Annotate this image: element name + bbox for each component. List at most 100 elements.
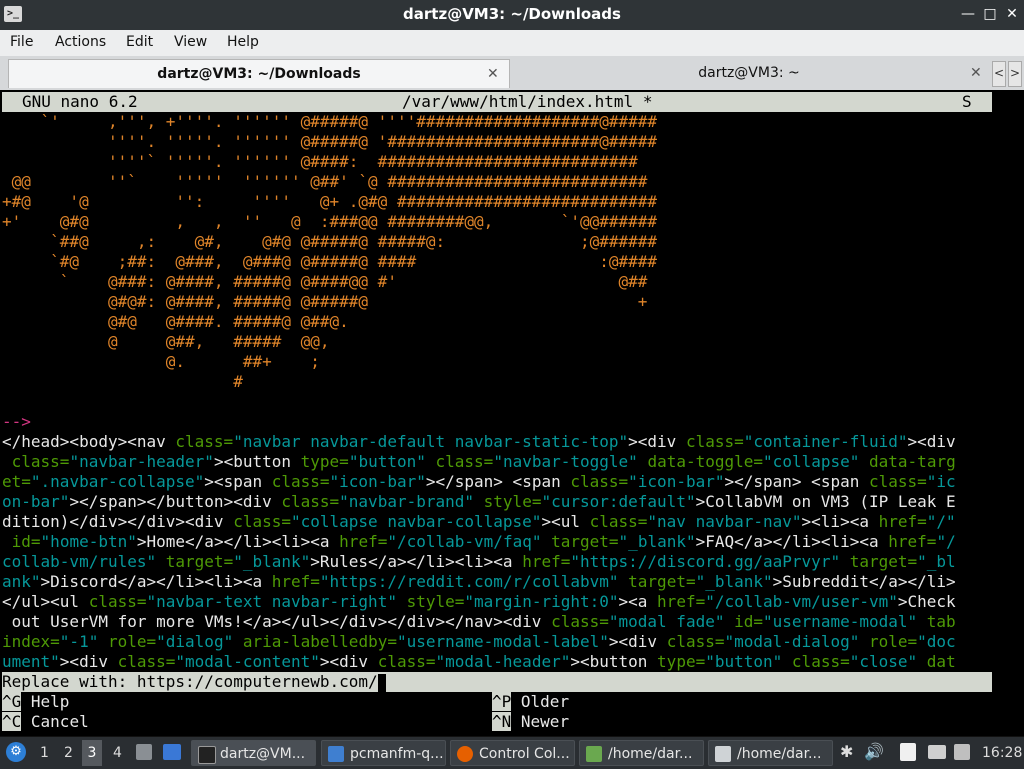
code-token: >Home</a></li><li><a xyxy=(136,532,340,551)
code-token: style= xyxy=(406,592,465,611)
code-token: ><div xyxy=(608,632,667,651)
ascii-line: ''''. '''''. '''''' @#####@ '###########… xyxy=(2,132,658,151)
notes-icon[interactable] xyxy=(136,744,152,760)
code-token: ><div xyxy=(628,432,686,451)
tab-close-icon[interactable]: ✕ xyxy=(970,59,982,87)
ascii-line: `##@ ,: @#, @#@ @#####@ #####@: ;@###### xyxy=(2,232,658,251)
terminal-icon xyxy=(198,746,216,764)
text-cursor xyxy=(377,673,386,692)
replace-prompt[interactable]: Replace with: https://computernewb.com/ xyxy=(2,672,992,692)
shortcut-cancel[interactable]: ^C Cancel xyxy=(2,712,89,732)
workspace-3[interactable]: 3 xyxy=(82,740,102,766)
code-token: role= xyxy=(868,632,918,651)
bluetooth-icon[interactable]: ✱ xyxy=(840,742,853,761)
code-line: </ul><ul class="navbar-text navbar-right… xyxy=(2,592,956,612)
workspace-1[interactable]: 1 xyxy=(40,745,49,761)
code-token: "navbar-header" xyxy=(69,452,214,471)
code-token: ><div xyxy=(319,652,378,671)
replace-prompt-text: Replace with: https://computernewb.com/ xyxy=(2,672,378,691)
code-token: ></span></button><div xyxy=(69,492,282,511)
code-token: "button" xyxy=(348,452,426,471)
ascii-line: +' @#@ , , '' @ :###@@ ########@@, `'@@#… xyxy=(2,212,658,231)
ascii-line: ` @###: @####, #####@ @####@@ #' @## xyxy=(2,272,648,291)
shortcut-label: Cancel xyxy=(30,712,89,731)
shortcut-label: Older xyxy=(520,692,570,711)
menu-help[interactable]: Help xyxy=(227,34,259,50)
tab-scroll-right-button[interactable]: > xyxy=(1008,61,1022,87)
shortcut-newer[interactable]: ^N Newer xyxy=(492,712,569,732)
tab-label: dartz@VM3: ~ xyxy=(698,65,800,81)
code-line: id="home-btn">Home</a></li><li><a href="… xyxy=(2,532,956,552)
clipboard-icon[interactable] xyxy=(900,743,916,761)
code-token: "navbar-text navbar-right" xyxy=(146,592,397,611)
tab-home[interactable]: dartz@VM3: ~ ✕ xyxy=(510,59,988,87)
code-token: out UserVM for more VMs!</a></ul></div><… xyxy=(2,612,552,631)
code-token: </ul><ul xyxy=(2,592,89,611)
code-token: "username-modal" xyxy=(763,612,918,631)
close-button[interactable]: ✕ xyxy=(1004,5,1020,23)
title-bar: >_ dartz@VM3: ~/Downloads — □ ✕ xyxy=(0,0,1024,30)
start-menu-icon[interactable]: ⚙ xyxy=(6,742,26,762)
ascii-line: @@ ''` ''''' '''''' @##' `@ ############… xyxy=(2,172,648,191)
code-token: href= xyxy=(339,532,388,551)
code-token: index= xyxy=(2,632,60,651)
code-token: "-1" xyxy=(59,632,99,651)
code-token: data-toggle= xyxy=(647,452,764,471)
code-token: >CollabVM on VM3 (IP Leak E xyxy=(695,492,956,511)
code-token: tab xyxy=(926,612,956,631)
maximize-button[interactable]: □ xyxy=(982,5,998,23)
code-token: ><div xyxy=(907,432,956,451)
tab-scroll-left-button[interactable]: < xyxy=(992,61,1006,87)
menu-actions[interactable]: Actions xyxy=(55,34,106,50)
code-token: "ic xyxy=(926,472,956,491)
menu-edit[interactable]: Edit xyxy=(126,34,153,50)
shortcut-help[interactable]: ^G Help xyxy=(2,692,69,712)
tab-close-icon[interactable]: ✕ xyxy=(487,60,499,88)
code-token: class= xyxy=(117,652,176,671)
tab-downloads[interactable]: dartz@VM3: ~/Downloads ✕ xyxy=(8,59,510,88)
task-firefox[interactable]: Control Col... xyxy=(450,740,575,766)
code-token: class= xyxy=(377,652,436,671)
code-token: style= xyxy=(483,492,542,511)
code-token: ><div xyxy=(59,652,118,671)
code-token: id= xyxy=(11,532,41,551)
code-token: "home-btn" xyxy=(40,532,137,551)
task-pcmanfm[interactable]: pcmanfm-q... xyxy=(321,740,446,766)
code-token: ></span> <span xyxy=(425,472,571,491)
workspace-2[interactable]: 2 xyxy=(64,745,73,761)
code-token: aria-labelledby= xyxy=(242,632,397,651)
code-token: "modal-header" xyxy=(435,652,571,671)
task-terminal[interactable]: dartz@VM... xyxy=(191,740,316,766)
task-label: pcmanfm-q... xyxy=(350,746,444,762)
code-token: target= xyxy=(165,552,234,571)
code-token: href= xyxy=(271,572,320,591)
code-token: "navbar-toggle" xyxy=(493,452,638,471)
task-editor[interactable]: /home/dar... xyxy=(708,740,833,766)
nano-version: GNU nano 6.2 xyxy=(22,92,138,111)
terminal-area[interactable]: GNU nano 6.2 /var/www/html/index.html * … xyxy=(0,90,1024,734)
minimize-button[interactable]: — xyxy=(960,5,976,23)
code-token: ><ul xyxy=(541,512,590,531)
workspace-4[interactable]: 4 xyxy=(113,745,122,761)
code-token: "https://reddit.com/r/collabvm" xyxy=(319,572,619,591)
code-token: class= xyxy=(685,432,744,451)
code-line: ank">Discord</a></li><li><a href="https:… xyxy=(2,572,956,592)
code-token: "_blank" xyxy=(233,552,311,571)
update-icon[interactable] xyxy=(954,744,970,760)
network-icon[interactable] xyxy=(928,745,946,759)
menu-file[interactable]: File xyxy=(10,34,33,50)
code-line: index="-1" role="dialog" aria-labelledby… xyxy=(2,632,956,652)
menu-view[interactable]: View xyxy=(174,34,207,50)
shortcut-older[interactable]: ^P Older xyxy=(492,692,569,712)
volume-icon[interactable]: 🔊 xyxy=(864,742,884,761)
code-token: class= xyxy=(233,512,291,531)
code-line: ument"><div class="modal-content"><div c… xyxy=(2,652,956,672)
code-token: class= xyxy=(435,452,494,471)
desktop-icon[interactable] xyxy=(163,744,181,760)
code-token: et= xyxy=(2,472,31,491)
task-file-manager[interactable]: /home/dar... xyxy=(579,740,704,766)
